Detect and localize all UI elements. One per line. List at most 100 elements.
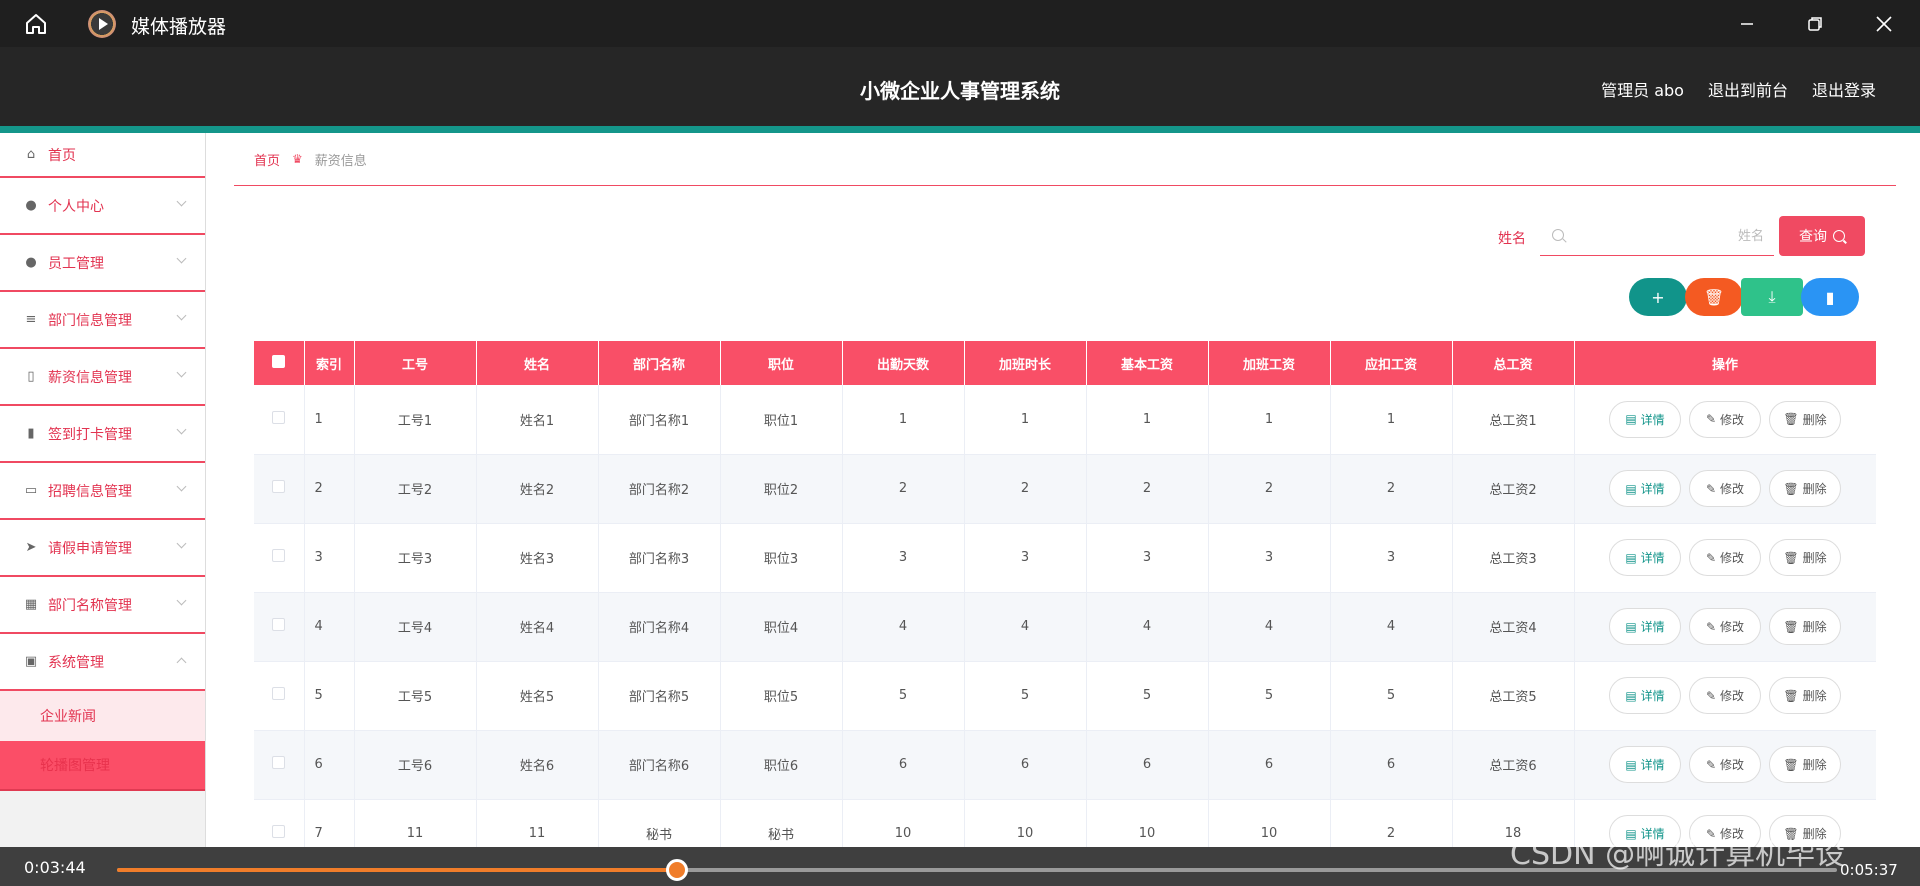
table-row: 6 工号6 姓名6 部门名称6 职位6 6 6 6 6 6 总工资6 ▤ 详情 ✎ 修改 🗑︎ 删除: [254, 730, 1876, 800]
sidebar-item-label: 签到打卡管理: [48, 426, 132, 443]
sidebar-item-leave[interactable]: ➤ 请假申请管理: [0, 520, 205, 577]
sidebar-item-recruitment[interactable]: ▭ 招聘信息管理: [0, 463, 205, 520]
export-button[interactable]: ⤓: [1741, 278, 1803, 316]
total-time: 0:05:37: [1840, 861, 1898, 879]
pencil-icon: ✎: [1705, 688, 1717, 703]
sidebar-item-label: 薪资信息管理: [48, 369, 132, 386]
chevron-down-icon: [176, 196, 187, 207]
delete-label: 删除: [1802, 412, 1827, 427]
chevron-down-icon: [176, 595, 187, 606]
select-all-checkbox[interactable]: [254, 341, 305, 385]
admin-user-link[interactable]: 管理员 abo: [1601, 77, 1684, 101]
detail-button[interactable]: ▤ 详情: [1609, 400, 1681, 438]
detail-button[interactable]: ▤ 详情: [1609, 746, 1681, 783]
query-button-label: 查询: [1799, 229, 1827, 245]
close-icon[interactable]: [1869, 9, 1899, 39]
plus-icon: +: [1651, 287, 1665, 307]
home-icon[interactable]: [22, 10, 50, 38]
edit-label: 修改: [1720, 758, 1745, 772]
breadcrumb-current: 薪资信息: [314, 153, 367, 169]
table-cell: 工号6: [354, 730, 477, 800]
row-checkbox[interactable]: [254, 454, 305, 524]
delete-button[interactable]: 🗑︎ 删除: [1769, 400, 1841, 438]
edit-button[interactable]: ✎ 修改: [1689, 608, 1761, 645]
delete-button[interactable]: 🗑︎ 删除: [1769, 539, 1841, 576]
current-time: 0:03:44: [24, 858, 86, 877]
trash-icon: 🗑︎: [1783, 412, 1799, 427]
sidebar-item-salary[interactable]: ▯ 薪资信息管理: [0, 349, 205, 406]
query-button[interactable]: 查询: [1779, 216, 1865, 256]
row-checkbox[interactable]: [254, 730, 305, 800]
row-checkbox[interactable]: [254, 385, 305, 455]
player-title-bar: 媒体播放器: [0, 0, 1920, 47]
table-cell: 2: [304, 454, 355, 524]
trash-icon: 🗑︎: [1783, 688, 1799, 703]
breadcrumb-separator-icon: ♛: [292, 152, 303, 166]
edit-button[interactable]: ✎ 修改: [1689, 677, 1761, 714]
detail-button[interactable]: ▤ 详情: [1609, 677, 1681, 714]
send-icon: ➤: [25, 540, 37, 555]
row-checkbox[interactable]: [254, 799, 305, 847]
delete-label: 删除: [1802, 758, 1827, 772]
sidebar-item-home[interactable]: ⌂ 首页: [0, 133, 205, 178]
pencil-icon: ✎: [1705, 550, 1717, 565]
detail-button[interactable]: ▤ 详情: [1609, 470, 1681, 507]
table-cell: 3: [1330, 523, 1453, 593]
sidebar-item-department-info[interactable]: ≡ 部门信息管理: [0, 292, 205, 349]
table-cell: 工号3: [354, 523, 477, 593]
search-box: [1540, 216, 1774, 256]
row-checkbox[interactable]: [254, 592, 305, 662]
edit-label: 修改: [1720, 482, 1745, 496]
sidebar-item-personal[interactable]: ● 个人中心: [0, 178, 205, 235]
bulb-icon: ●: [25, 255, 37, 270]
table-cell: 职位5: [720, 661, 843, 731]
sidebar: ⌂ 首页 ● 个人中心 ● 员工管理 ≡ 部门信息管理 ▯ 薪资信息管理 ▮ 签…: [0, 133, 206, 847]
row-checkbox[interactable]: [254, 523, 305, 593]
delete-label: 删除: [1802, 689, 1827, 703]
sidebar-item-department-name[interactable]: ▦ 部门名称管理: [0, 577, 205, 634]
edit-button[interactable]: ✎ 修改: [1689, 539, 1761, 576]
minimize-icon[interactable]: [1732, 9, 1762, 39]
operations-cell: ▤ 详情 ✎ 修改 🗑︎ 删除: [1574, 661, 1876, 731]
table-cell: 工号5: [354, 661, 477, 731]
search-input[interactable]: [1574, 224, 1764, 248]
delete-button[interactable]: 🗑︎ 删除: [1769, 677, 1841, 714]
add-button[interactable]: +: [1629, 278, 1687, 316]
checkbox-icon: [272, 354, 286, 368]
breadcrumb-home[interactable]: 首页: [254, 150, 280, 169]
sidebar-item-system[interactable]: ▣ 系统管理: [0, 634, 205, 691]
sidebar-item-label: 员工管理: [48, 255, 104, 272]
edit-label: 修改: [1720, 412, 1745, 427]
table-cell: 5: [1086, 661, 1209, 731]
checkbox-icon: [272, 549, 286, 562]
operations-cell: ▤ 详情 ✎ 修改 🗑︎ 删除: [1574, 454, 1876, 524]
table-cell: 秘书: [598, 799, 721, 847]
sidebar-subitem-carousel[interactable]: 轮播图管理: [0, 741, 205, 791]
edit-button[interactable]: ✎ 修改: [1689, 746, 1761, 783]
detail-button[interactable]: ▤ 详情: [1609, 539, 1681, 576]
row-checkbox[interactable]: [254, 661, 305, 731]
table-header-row: 索引 工号 姓名 部门名称 职位 出勤天数 加班时长 基本工资 加班工资 应扣工…: [254, 341, 1876, 385]
edit-button[interactable]: ✎ 修改: [1689, 400, 1761, 438]
edit-button[interactable]: ✎ 修改: [1689, 470, 1761, 507]
statistics-button[interactable]: ▮: [1801, 278, 1859, 316]
sidebar-item-attendance[interactable]: ▮ 签到打卡管理: [0, 406, 205, 463]
seek-handle[interactable]: [666, 859, 689, 881]
delete-button[interactable]: 🗑︎ 删除: [1769, 608, 1841, 645]
table-cell: 姓名4: [476, 592, 599, 662]
delete-button[interactable]: 🗑︎ 删除: [1769, 470, 1841, 507]
table-cell: 部门名称4: [598, 592, 721, 662]
batch-delete-button[interactable]: 🗑︎: [1685, 278, 1743, 316]
delete-button[interactable]: 🗑︎ 删除: [1769, 746, 1841, 783]
operations-cell: ▤ 详情 ✎ 修改 🗑︎ 删除: [1574, 523, 1876, 593]
detail-button[interactable]: ▤ 详情: [1609, 608, 1681, 645]
sidebar-subitem-news[interactable]: 企业新闻: [0, 691, 205, 741]
chevron-down-icon: [176, 253, 187, 264]
sidebar-item-employees[interactable]: ● 员工管理: [0, 235, 205, 292]
table-cell: 10: [1086, 799, 1209, 847]
table-cell: 姓名1: [476, 385, 599, 455]
logout-link[interactable]: 退出登录: [1812, 77, 1876, 101]
exit-to-front-link[interactable]: 退出到前台: [1708, 77, 1788, 101]
restore-icon[interactable]: [1800, 9, 1830, 39]
table-cell: 5: [964, 661, 1087, 731]
